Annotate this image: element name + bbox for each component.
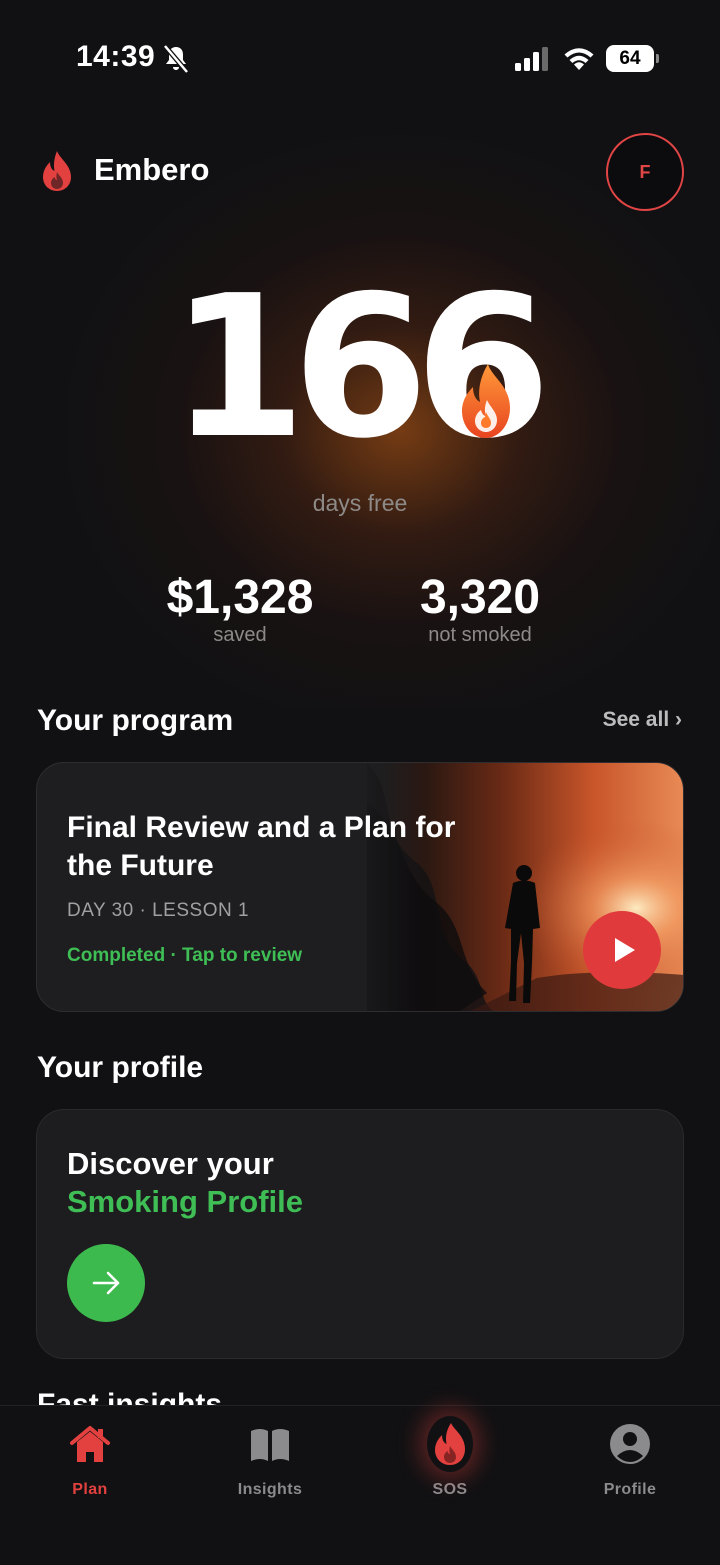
discover-profile-button[interactable] — [67, 1244, 145, 1322]
stat-value: $1,328 — [166, 571, 314, 624]
flame-badge-icon — [462, 364, 510, 438]
home-icon — [70, 1426, 110, 1462]
tab-insights[interactable]: Insights — [180, 1422, 360, 1499]
smoking-profile-card[interactable]: Discover your Smoking Profile — [36, 1109, 684, 1359]
stat-value: 3,320 — [419, 571, 541, 624]
tab-sos[interactable]: SOS — [360, 1422, 540, 1499]
stat-cigarettes-not-smoked: 3,320 not smoked — [360, 570, 600, 647]
tab-label: Plan — [72, 1481, 108, 1498]
flame-icon — [435, 1423, 465, 1465]
battery-level: 64 — [619, 48, 641, 69]
tab-plan[interactable]: Plan — [0, 1422, 180, 1499]
stat-label: saved — [213, 624, 267, 646]
play-icon — [615, 938, 635, 962]
tab-bar: Plan Insights SOS Profile — [0, 1405, 720, 1565]
program-section-title: Your program — [37, 704, 234, 737]
person-icon — [610, 1424, 650, 1464]
days-free-label: days free — [312, 490, 408, 516]
status-time: 14:39 — [76, 40, 156, 73]
see-all-link[interactable]: See all › — [603, 708, 682, 732]
tab-label: Profile — [603, 1481, 657, 1498]
stat-label: not smoked — [428, 624, 532, 646]
app-name: Embero — [94, 152, 210, 187]
stat-money-saved: $1,328 saved — [120, 570, 360, 647]
arrow-right-icon — [92, 1271, 120, 1295]
battery-indicator: 64 — [606, 45, 659, 72]
avatar-button[interactable]: F — [606, 133, 684, 211]
lesson-title: Final Review and a Plan for the Future — [67, 811, 456, 882]
wifi-icon — [564, 48, 594, 70]
days-free-count: 166 — [170, 254, 551, 482]
tab-label: Insights — [237, 1481, 303, 1498]
flame-logo-icon — [43, 151, 71, 191]
book-icon — [251, 1429, 289, 1461]
signal-icon — [515, 47, 548, 71]
play-button[interactable] — [583, 911, 661, 989]
lesson-card[interactable]: Final Review and a Plan for the Future D… — [36, 762, 684, 1012]
lesson-status: Completed · Tap to review — [67, 945, 303, 966]
profile-card-line2: Smoking Profile — [67, 1184, 303, 1219]
profile-section-title: Your profile — [37, 1051, 204, 1084]
bell-muted-icon — [163, 44, 189, 74]
lesson-meta: DAY 30 · LESSON 1 — [67, 900, 250, 921]
profile-card-line1: Discover your — [67, 1146, 274, 1181]
status-bar: 14:39 64 — [0, 0, 720, 110]
tab-profile[interactable]: Profile — [540, 1422, 720, 1499]
tab-label: SOS — [432, 1481, 468, 1498]
